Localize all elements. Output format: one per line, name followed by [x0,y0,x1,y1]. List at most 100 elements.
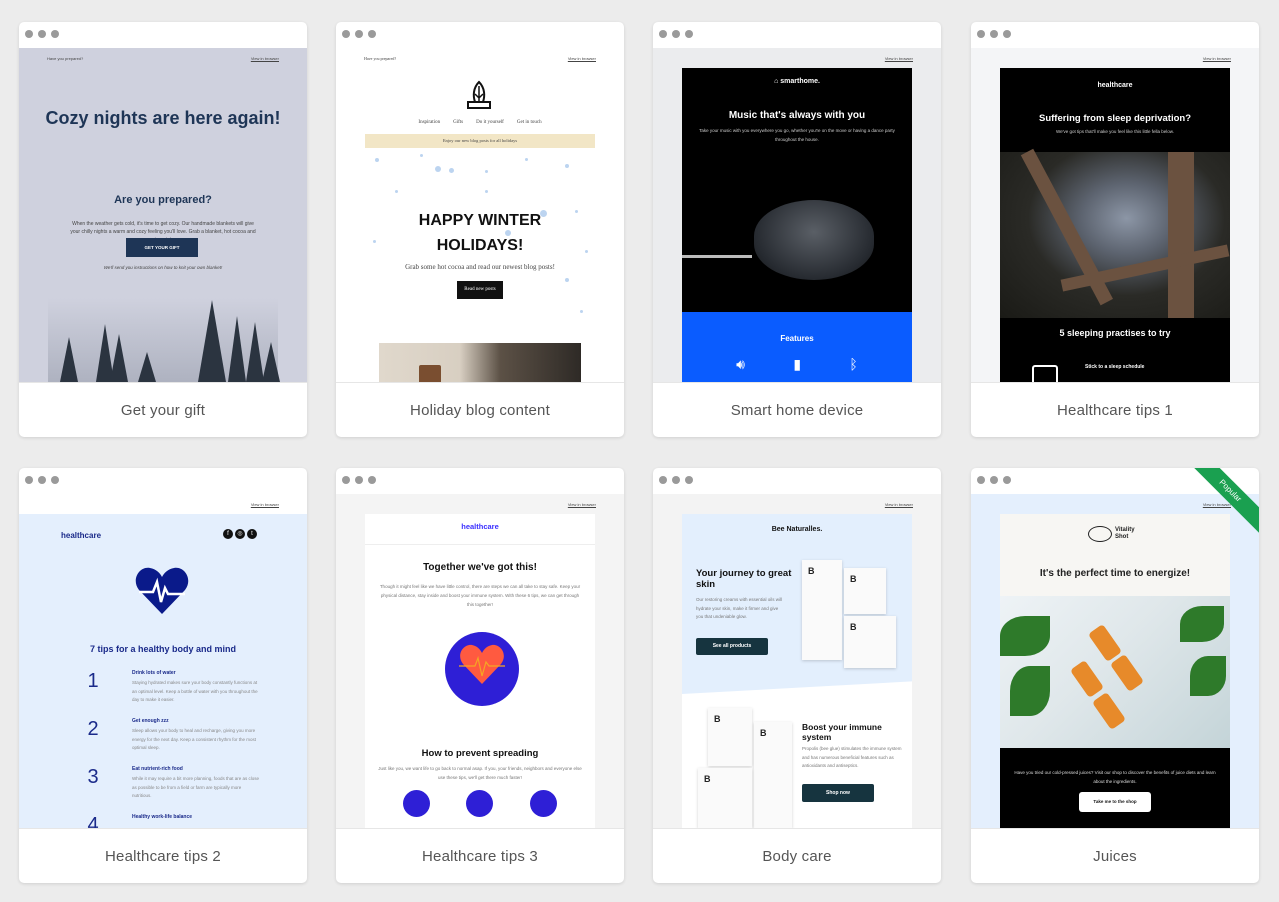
instagram-icon: ◎ [235,529,245,539]
email-headline: It's the perfect time to energize! [1039,568,1191,579]
template-preview[interactable]: View in browser Vitality Shot It's the pe… [971,494,1259,828]
email-body: Though it might feel like we have little… [379,584,581,607]
template-preview[interactable]: View in browser healthcare f ◎ t 7 tips … [19,494,307,828]
template-name: Healthcare tips 2 [19,828,307,883]
smart-speaker-image [754,200,874,280]
email-headline: Your journey to great skin [696,568,792,590]
twitter-icon: t [247,529,257,539]
email-note: We'll send you instructions on how to kn… [103,265,223,270]
template-card-body-care[interactable]: View in browser Bee Naturalles. Your jou… [653,468,941,883]
view-in-browser-link: View in browser [250,502,279,507]
view-in-browser-link: View in browser [884,56,913,61]
facebook-icon: f [223,529,233,539]
template-preview[interactable]: View in browser Bee Naturalles. Your jou… [653,494,941,828]
template-preview[interactable]: View in browser healthcare Suffering fro… [971,48,1259,382]
email-body: We've got tips that'll make you feel lik… [1056,129,1174,134]
speaker-volume-icon: 🔊︎ [736,356,745,372]
view-in-browser-link: View in browser [567,56,596,61]
template-name: Juices [971,828,1259,883]
nav-item: Do it yourself [476,120,504,125]
email-headline: Music that's always with you [728,110,866,121]
heartbeat-icon [135,567,189,614]
nav-item: Get in touch [516,120,542,125]
template-preview[interactable]: Have you prepared? View in browser Inspi… [336,48,624,382]
brand-logo: healthcare [61,531,102,540]
email-headline: Together we've got this! [423,562,537,573]
email-subheadline: 5 sleeping practises to try [1059,328,1171,338]
preheader-text: Have you prepared? [364,56,397,61]
template-preview[interactable]: Have you prepared? View in browser Cozy … [19,48,307,382]
product-box: B [708,708,752,766]
brand-logo: ⌂ smarthome. [774,78,820,85]
view-in-browser-link: View in browser [884,502,913,507]
koala-image [1000,148,1230,318]
window-dots-icon [659,476,693,484]
cover-mouth-icon [529,790,557,817]
brand-logo: Bee Naturalles. [771,526,823,533]
juice-bottles-image [1000,596,1230,748]
window-dots-icon [342,30,376,38]
nav-item: Inspiration [418,120,441,125]
battery-charging-icon: ▮ [793,356,802,372]
template-name: Body care [653,828,941,883]
email-headline: HAPPY WINTER HOLIDAYS! [418,212,542,254]
features-title: Features [780,334,814,343]
tip-title: Stick to a sleep schedule [1085,364,1145,370]
stay-inside-icon [466,790,494,817]
fruit-icon [1088,526,1112,542]
craft-table-image [379,343,581,382]
pinecone-logo-icon [467,80,491,109]
product-box: B [844,616,896,668]
template-preview[interactable]: View in browser ⌂ smarthome. Music that'… [653,48,941,382]
email-cta-button: Take me to the shop [1079,792,1151,812]
email-headline: Cozy nights are here again! [45,108,281,128]
heart-pulse-icon [459,644,505,684]
email-body: Grab some hot cocoa and read our newest … [405,263,555,271]
email-body: Our restoring creams with essential oils… [696,597,783,619]
template-name: Holiday blog content [336,382,624,437]
template-name: Smart home device [653,382,941,437]
view-in-browser-link: View in browser [1202,56,1231,61]
product-box: B [802,560,842,660]
email-body: Take your music with you everywhere you … [699,128,895,142]
template-preview[interactable]: View in browser healthcare Together we'v… [336,494,624,828]
template-card-holiday-blog-content[interactable]: Have you prepared? View in browser Inspi… [336,22,624,437]
template-card-healthcare-tips-1[interactable]: View in browser healthcare Suffering fro… [971,22,1259,437]
email-nav: Inspiration Gifts Do it yourself Get in … [336,120,624,125]
window-dots-icon [977,30,1011,38]
email-cta-button: GET YOUR GIFT [126,238,198,257]
email-body: Have you tried our cold-pressed juices? … [1014,770,1216,784]
wash-hands-icon [403,790,431,817]
template-card-get-your-gift[interactable]: Have you prepared? View in browser Cozy … [19,22,307,437]
view-in-browser-link: View in browser [567,502,596,507]
window-dots-icon [659,30,693,38]
email-headline-2: Boost your immune system [802,722,882,742]
announcement-banner: Enjoy our new blog posts for all holiday… [365,134,595,148]
window-dots-icon [342,476,376,484]
email-cta-button: Read new posts [457,281,503,299]
email-body-2: Propolis (bee glue) stimulates the immun… [802,746,902,768]
email-body-2: Just like you, we want life to go back t… [378,766,582,780]
bluetooth-icon: ᛒ [849,356,858,372]
window-dots-icon [977,476,1011,484]
brand-logo: healthcare [461,522,499,531]
email-cta-button: See all products [696,638,768,655]
product-box: B [754,722,792,828]
cable-image [682,255,752,258]
window-dots-icon [25,30,59,38]
email-headline: 7 tips for a healthy body and mind [89,644,237,654]
template-card-smart-home-device[interactable]: View in browser ⌂ smarthome. Music that'… [653,22,941,437]
email-headline: Suffering from sleep deprivation? [1038,113,1192,124]
template-card-healthcare-tips-3[interactable]: View in browser healthcare Together we'v… [336,468,624,883]
calendar-icon [1032,365,1058,382]
email-subheadline: How to prevent spreading [421,748,539,759]
preheader-text: Have you prepared? [47,56,84,61]
view-in-browser-link: View in browser [250,56,279,61]
forest-image [48,298,280,382]
template-name: Healthcare tips 1 [971,382,1259,437]
shop-now-button: Shop now [802,784,874,802]
template-name: Healthcare tips 3 [336,828,624,883]
template-card-healthcare-tips-2[interactable]: View in browser healthcare f ◎ t 7 tips … [19,468,307,883]
product-box: B [698,768,752,828]
template-card-juices[interactable]: Popular View in browser Vitality Shot It'… [971,468,1259,883]
